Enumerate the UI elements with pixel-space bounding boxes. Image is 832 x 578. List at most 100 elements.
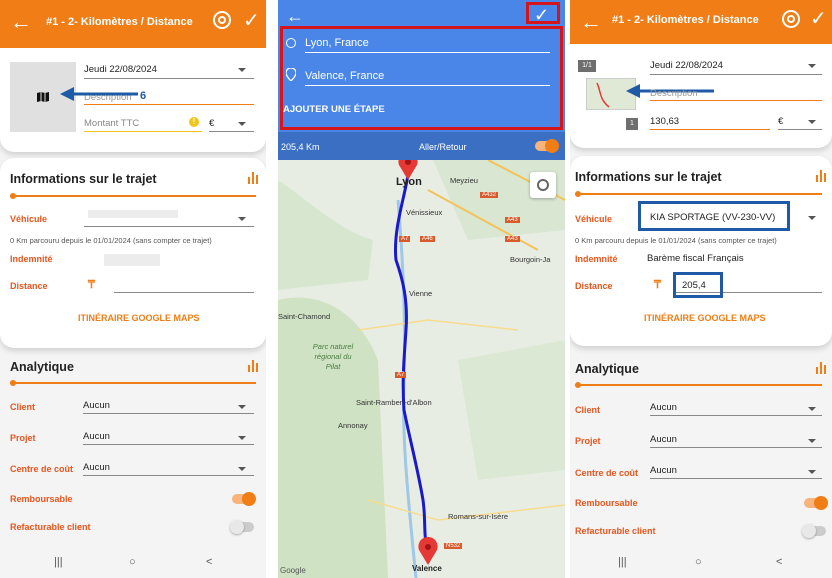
chevron-down-icon[interactable] xyxy=(238,122,246,126)
divider xyxy=(83,475,254,476)
bar-chart-icon xyxy=(816,362,826,374)
cost-center-label: Centre de coût xyxy=(575,468,639,478)
road-badge: A43 xyxy=(505,236,520,242)
analytics-title: Analytique xyxy=(10,360,74,374)
refundable-label: Remboursable xyxy=(575,498,638,508)
currency-icon: ₸ xyxy=(654,279,661,291)
annotation-highlight-distance xyxy=(673,272,723,298)
home-button[interactable]: ○ xyxy=(695,556,702,568)
round-trip-label: Aller/Retour xyxy=(419,142,467,152)
currency-icon: ₸ xyxy=(88,279,95,291)
expense-header-card: ← #1 - 2- Kilomètres / Distance ✓ 1/1 Je… xyxy=(570,0,832,148)
client-select[interactable]: Aucun xyxy=(650,402,677,413)
client-label: Client xyxy=(575,405,601,415)
map-label-valence: Valence xyxy=(412,564,442,573)
check-icon[interactable]: ✓ xyxy=(810,6,827,31)
distance-label: Distance xyxy=(575,281,613,291)
annotation-highlight-form xyxy=(280,26,563,130)
divider xyxy=(83,413,254,414)
currency-select[interactable]: € xyxy=(209,118,214,129)
client-select[interactable]: Aucun xyxy=(83,400,110,411)
system-back-button[interactable]: < xyxy=(206,556,212,568)
google-maps-link[interactable]: ITINÉRAIRE GOOGLE MAPS xyxy=(644,313,766,323)
divider xyxy=(650,478,822,479)
gear-icon[interactable] xyxy=(782,10,800,28)
chevron-down-icon[interactable] xyxy=(238,436,246,440)
cost-center-select[interactable]: Aucun xyxy=(83,462,110,473)
back-arrow-icon[interactable]: ← xyxy=(10,10,32,34)
chevron-down-icon[interactable] xyxy=(808,439,816,443)
trip-section-title: Informations sur le trajet xyxy=(575,170,722,184)
map-label-saint-chamond: Saint-Chamond xyxy=(278,312,331,321)
trip-section-title: Informations sur le trajet xyxy=(10,172,157,186)
refundable-label: Remboursable xyxy=(10,494,73,504)
divider xyxy=(650,415,822,416)
chevron-down-icon[interactable] xyxy=(808,470,816,474)
project-label: Projet xyxy=(10,433,36,443)
cost-center-label: Centre de coût xyxy=(10,464,74,474)
bar-chart-icon xyxy=(248,360,258,372)
warning-icon: ! xyxy=(189,117,199,127)
blurred-value xyxy=(88,210,178,218)
analytics-section: Analytique Client Aucun Projet Aucun Cen… xyxy=(0,352,266,548)
divider xyxy=(650,100,822,101)
home-button[interactable]: ○ xyxy=(129,556,136,568)
route-form-panel: ← ✓ Lyon, France Valence, France AJOUTER… xyxy=(278,0,565,160)
rebillable-toggle[interactable] xyxy=(230,520,254,534)
section-progress xyxy=(10,380,256,386)
amount-input[interactable]: Montant TTC xyxy=(84,118,139,129)
section-progress xyxy=(10,193,256,199)
cost-center-select[interactable]: Aucun xyxy=(650,465,677,476)
recent-apps-button[interactable]: ||| xyxy=(54,556,63,568)
divider xyxy=(650,74,822,75)
date-field[interactable]: Jeudi 22/08/2024 xyxy=(84,64,157,75)
vehicle-select[interactable] xyxy=(84,226,254,227)
km-note: 0 Km parcouru depuis le 01/01/2024 (sans… xyxy=(575,236,777,245)
km-note: 0 Km parcouru depuis le 01/01/2024 (sans… xyxy=(10,236,212,245)
project-select[interactable]: Aucun xyxy=(83,431,110,442)
project-label: Projet xyxy=(575,436,601,446)
currency-select[interactable]: € xyxy=(778,116,783,127)
section-progress xyxy=(575,382,822,388)
system-nav-bar: ||| ○ < xyxy=(0,548,266,578)
chevron-down-icon[interactable] xyxy=(238,217,246,221)
chevron-down-icon[interactable] xyxy=(808,216,816,220)
right-screen: ← #1 - 2- Kilomètres / Distance ✓ 1/1 Je… xyxy=(570,0,832,578)
divider xyxy=(84,104,254,105)
divider xyxy=(650,447,822,448)
google-maps-link[interactable]: ITINÉRAIRE GOOGLE MAPS xyxy=(78,313,200,323)
project-select[interactable]: Aucun xyxy=(650,434,677,445)
blurred-value xyxy=(104,254,160,266)
rebillable-toggle[interactable] xyxy=(802,524,826,538)
back-arrow-icon[interactable]: ← xyxy=(286,6,304,26)
chevron-down-icon[interactable] xyxy=(238,68,246,72)
map-label-lyon: Lyon xyxy=(396,176,422,188)
map-label-vienne: Vienne xyxy=(409,289,433,298)
refundable-toggle[interactable] xyxy=(804,496,828,510)
map-screen: Lyon Meyzieu Vénissieux Bourgoin-Ja Vien… xyxy=(278,0,565,578)
chevron-down-icon[interactable] xyxy=(238,467,246,471)
date-field[interactable]: Jeudi 22/08/2024 xyxy=(650,60,723,71)
description-input[interactable]: Description xyxy=(650,88,698,99)
road-badge: N532 xyxy=(444,543,463,549)
chevron-down-icon[interactable] xyxy=(808,120,816,124)
system-back-button[interactable]: < xyxy=(776,556,782,568)
refundable-toggle[interactable] xyxy=(232,492,256,506)
chevron-down-icon[interactable] xyxy=(238,405,246,409)
chevron-down-icon[interactable] xyxy=(808,407,816,411)
divider xyxy=(84,131,202,132)
recent-apps-button[interactable]: ||| xyxy=(618,556,627,568)
back-arrow-icon[interactable]: ← xyxy=(580,10,602,34)
check-icon[interactable]: ✓ xyxy=(243,8,260,33)
my-location-button[interactable] xyxy=(530,172,556,198)
trip-info-card: Informations sur le trajet Véhicule KIA … xyxy=(570,156,832,346)
gear-icon[interactable] xyxy=(213,11,231,29)
map-label-annonay: Annonay xyxy=(338,421,368,430)
indemnity-label: Indemnité xyxy=(10,254,53,264)
distance-input[interactable] xyxy=(114,292,254,293)
round-trip-toggle[interactable] xyxy=(535,139,559,153)
amount-input[interactable]: 130,63 xyxy=(650,116,679,127)
indemnity-label: Indemnité xyxy=(575,254,618,264)
chevron-down-icon[interactable] xyxy=(808,64,816,68)
vehicle-label: Véhicule xyxy=(575,214,613,224)
